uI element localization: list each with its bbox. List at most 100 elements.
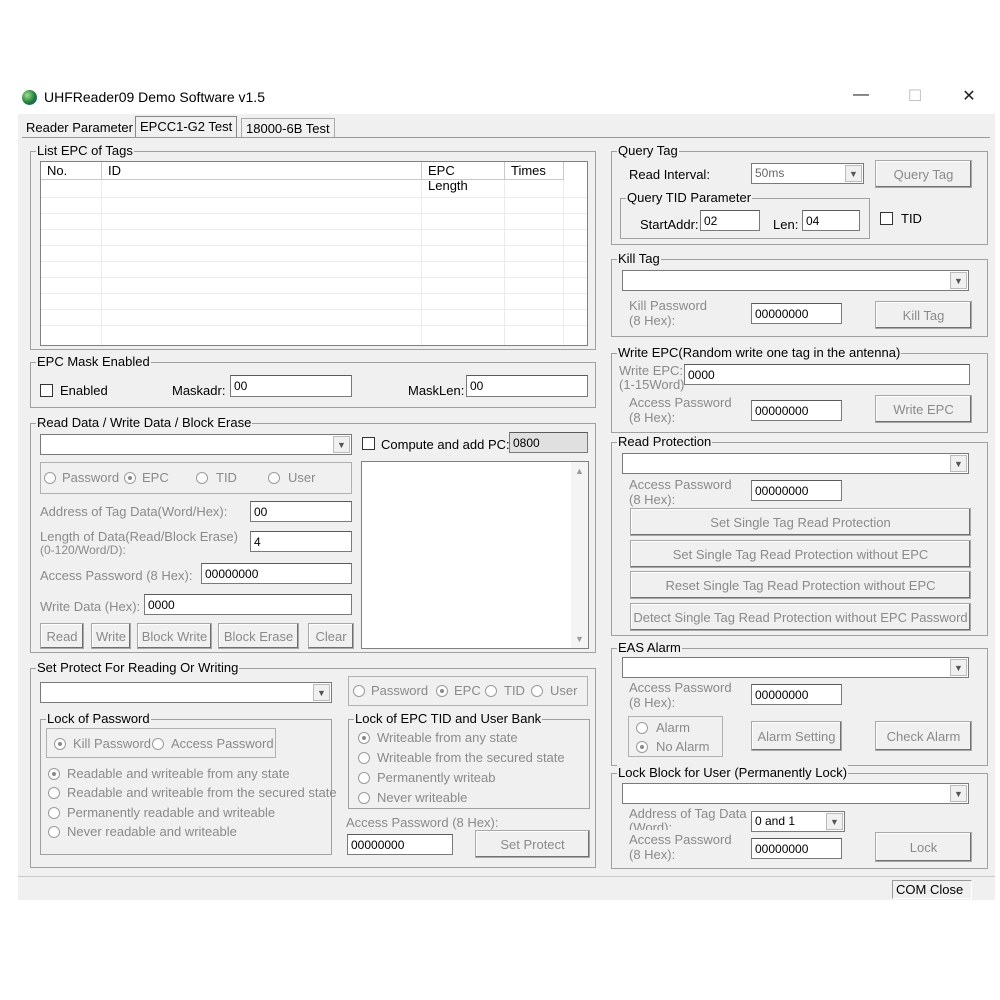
- pwd-option-radio-3[interactable]: [48, 826, 60, 838]
- kill-password-field-label: Kill Password: [629, 298, 708, 313]
- query-tag-button[interactable]: Query Tag: [875, 160, 972, 188]
- kill-tag-button[interactable]: Kill Tag: [875, 301, 972, 329]
- start-addr-input[interactable]: [700, 210, 760, 231]
- alarm-setting-button[interactable]: Alarm Setting: [751, 721, 842, 751]
- block-erase-button[interactable]: Block Erase: [218, 623, 299, 649]
- clear-button[interactable]: Clear: [308, 623, 354, 649]
- read-data-memo[interactable]: ▲ ▼: [361, 461, 589, 649]
- pc-value-input[interactable]: [509, 432, 588, 453]
- pwd-option-label-3: Never readable and writeable: [67, 824, 237, 839]
- reader-tag-combo[interactable]: ▼: [40, 434, 352, 455]
- title-bar[interactable]: UHFReader09 Demo Software v1.5 — ☐ ✕: [18, 80, 995, 114]
- protect-radio-user[interactable]: [531, 685, 543, 697]
- access-password-label: Access Password: [171, 736, 274, 751]
- no-alarm-radio[interactable]: [636, 741, 648, 753]
- write-epc-legend: Write EPC(Random write one tag in the an…: [617, 345, 902, 360]
- eas-tag-combo[interactable]: ▼: [622, 657, 969, 678]
- kill-tag-legend: Kill Tag: [617, 251, 661, 266]
- compute-pc-checkbox[interactable]: [362, 437, 375, 450]
- read-interval-combo[interactable]: 50ms ▼: [751, 163, 864, 184]
- com-status: COM Close: [892, 880, 972, 899]
- window-title: UHFReader09 Demo Software v1.5: [44, 89, 265, 105]
- set-protect-button[interactable]: Set Protect: [475, 830, 590, 858]
- column-header-times[interactable]: Times: [505, 162, 564, 180]
- lock-bank-legend: Lock of EPC TID and User Bank: [354, 711, 543, 726]
- kill-password-input[interactable]: [751, 303, 842, 324]
- column-header-id[interactable]: ID: [102, 162, 422, 180]
- tab-reader-parameter[interactable]: Reader Parameter: [22, 118, 137, 138]
- memo-scrollbar[interactable]: ▲ ▼: [571, 462, 588, 648]
- protect-access-password-input[interactable]: [347, 834, 453, 855]
- mask-enabled-checkbox[interactable]: [40, 384, 53, 397]
- read-button[interactable]: Read: [40, 623, 84, 649]
- write-button[interactable]: Write: [91, 623, 131, 649]
- radio-tid-label: TID: [216, 470, 237, 485]
- maskadr-input[interactable]: [230, 375, 352, 397]
- data-length-range-label: (0-120/Word/D):: [40, 543, 126, 557]
- read-protection-password-input[interactable]: [751, 480, 842, 501]
- maximize-button[interactable]: ☐: [900, 86, 930, 108]
- lock-address-unit-label: (Word):: [629, 820, 673, 830]
- status-bar: COM Close: [18, 876, 995, 900]
- lock-password-input[interactable]: [751, 838, 842, 859]
- reset-read-protection-button[interactable]: Reset Single Tag Read Protection without…: [630, 571, 971, 599]
- column-header-epc-length[interactable]: EPC Length: [422, 162, 505, 193]
- block-write-button[interactable]: Block Write: [137, 623, 212, 649]
- protect-radio-password[interactable]: [353, 685, 365, 697]
- grid-line: [41, 325, 587, 326]
- pwd-option-radio-0[interactable]: [48, 768, 60, 780]
- tab-epcc1-g2-test[interactable]: EPCC1-G2 Test: [135, 116, 238, 138]
- set-read-protection-no-epc-button[interactable]: Set Single Tag Read Protection without E…: [630, 540, 971, 568]
- write-epc-password-input[interactable]: [751, 400, 842, 421]
- bank-option-radio-3[interactable]: [358, 792, 370, 804]
- write-epc-button[interactable]: Write EPC: [875, 395, 972, 423]
- data-length-input[interactable]: [250, 531, 352, 552]
- radio-epc[interactable]: [124, 472, 136, 484]
- chevron-down-icon: ▼: [313, 684, 330, 701]
- write-data-label: Write Data (Hex):: [40, 599, 141, 614]
- read-interval-value: 50ms: [755, 166, 785, 180]
- masklen-input[interactable]: [466, 375, 588, 397]
- pwd-option-radio-1[interactable]: [48, 787, 60, 799]
- protect-radio-epc[interactable]: [436, 685, 448, 697]
- read-protection-combo[interactable]: ▼: [622, 453, 969, 474]
- scroll-down-icon[interactable]: ▼: [571, 634, 588, 644]
- radio-tid[interactable]: [196, 472, 208, 484]
- lock-button[interactable]: Lock: [875, 832, 972, 862]
- close-button[interactable]: ✕: [954, 86, 984, 108]
- kill-password-radio[interactable]: [54, 738, 66, 750]
- protect-access-password-label: Access Password (8 Hex):: [346, 815, 499, 830]
- start-addr-label: StartAddr:: [640, 217, 699, 232]
- column-header-no[interactable]: No.: [41, 162, 102, 180]
- set-read-protection-button[interactable]: Set Single Tag Read Protection: [630, 508, 971, 536]
- bank-option-radio-2[interactable]: [358, 772, 370, 784]
- check-alarm-button[interactable]: Check Alarm: [875, 721, 972, 751]
- bank-option-radio-1[interactable]: [358, 752, 370, 764]
- bank-option-radio-0[interactable]: [358, 732, 370, 744]
- write-epc-input[interactable]: [684, 364, 970, 385]
- tid-checkbox[interactable]: [880, 212, 893, 225]
- write-epc-range-label: (1-15Word): [619, 377, 685, 392]
- minimize-button[interactable]: —: [846, 86, 876, 108]
- radio-password[interactable]: [44, 472, 56, 484]
- radio-user[interactable]: [268, 472, 280, 484]
- lock-block-legend: Lock Block for User (Permanently Lock): [617, 765, 849, 780]
- pwd-option-radio-2[interactable]: [48, 807, 60, 819]
- access-password-radio[interactable]: [152, 738, 164, 750]
- grid-line: [41, 197, 587, 198]
- tag-address-input[interactable]: [250, 501, 352, 522]
- epc-list-view[interactable]: No. ID EPC Length Times: [40, 161, 588, 346]
- tab-18000-6b-test[interactable]: 18000-6B Test: [241, 118, 335, 138]
- rw-access-password-input[interactable]: [201, 563, 352, 584]
- detect-read-protection-button[interactable]: Detect Single Tag Read Protection withou…: [630, 603, 971, 631]
- lock-address-combo[interactable]: 0 and 1 ▼: [751, 811, 845, 832]
- write-data-input[interactable]: [144, 594, 352, 615]
- tid-len-input[interactable]: [802, 210, 860, 231]
- eas-password-input[interactable]: [751, 684, 842, 705]
- alarm-radio[interactable]: [636, 722, 648, 734]
- protect-radio-tid[interactable]: [485, 685, 497, 697]
- lock-block-tag-combo[interactable]: ▼: [622, 783, 969, 804]
- kill-tag-combo[interactable]: ▼: [622, 270, 969, 291]
- scroll-up-icon[interactable]: ▲: [571, 466, 588, 476]
- protect-tag-combo[interactable]: ▼: [40, 682, 332, 703]
